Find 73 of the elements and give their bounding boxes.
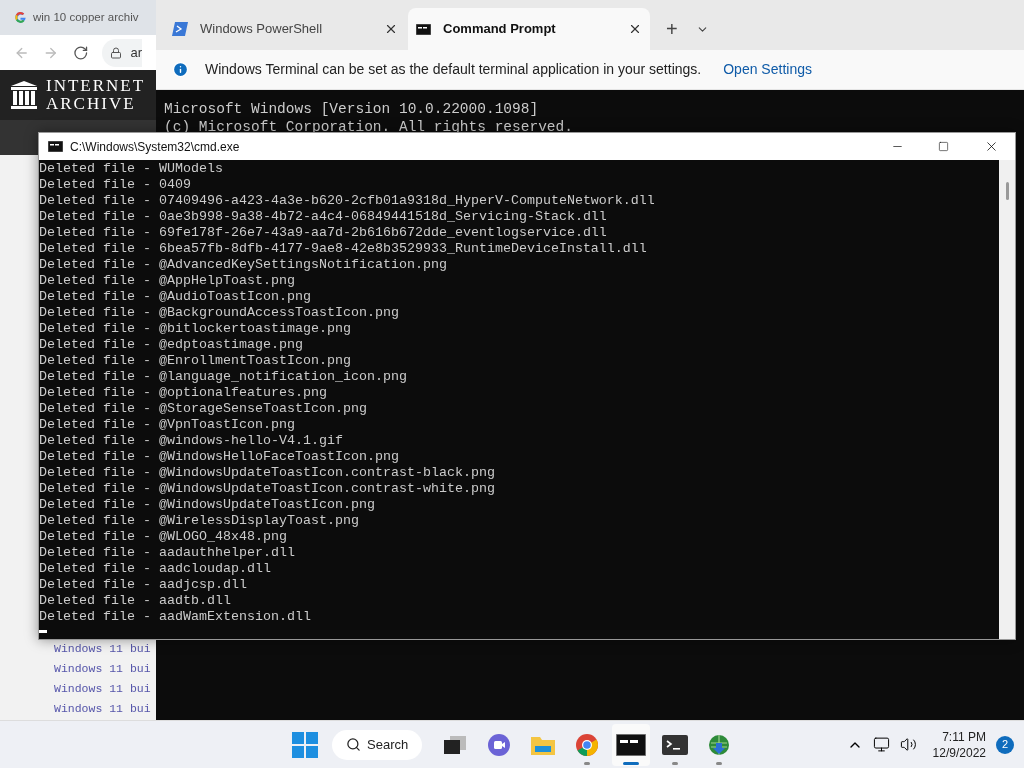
console-line: Deleted file - 0ae3b998-9a38-4b72-a4c4-06849441518d_Servicing-Stack.dll — [39, 209, 608, 225]
window-title: C:\Windows\System32\cmd.exe — [70, 138, 241, 156]
console-line: Deleted file - @optionalfeatures.png — [39, 385, 328, 401]
console-line: Deleted file - @EnrollmentToastIcon.png — [39, 353, 352, 369]
scrollbar[interactable] — [999, 160, 1015, 639]
maximize-icon[interactable] — [938, 141, 949, 152]
browser-tab[interactable]: win 10 copper archiv — [33, 8, 139, 27]
console-line: Deleted file - @AudioToastIcon.png — [39, 289, 312, 305]
notification-badge[interactable]: 2 — [996, 735, 1014, 754]
console-line: Microsoft Windows [Version 10.0.22000.1098] — [164, 100, 540, 118]
list-link[interactable]: Windows 11 bui — [54, 681, 151, 697]
close-icon[interactable] — [384, 22, 398, 36]
clock[interactable]: 7:11 PM 12/9/2022 — [932, 728, 986, 761]
console-line: Deleted file - 0409 — [39, 177, 192, 193]
info-icon — [172, 61, 189, 78]
console-line: Deleted file - @bitlockertoastimage.png — [39, 321, 352, 337]
cmd-icon — [48, 141, 63, 152]
console-line: Deleted file - aadjcsp.dll — [39, 577, 248, 593]
terminal-tab[interactable]: Command Prompt — [408, 8, 650, 50]
console-line: Deleted file - @language_notification_icon.png — [39, 369, 408, 385]
terminal-icon — [662, 734, 689, 755]
terminal-tab[interactable]: Windows PowerShell — [164, 8, 406, 50]
archive-logo-icon — [10, 80, 38, 110]
close-icon[interactable] — [628, 22, 642, 36]
cursor — [39, 630, 47, 633]
lock-icon — [110, 46, 123, 59]
address-text: ar — [130, 43, 142, 62]
console-line: Deleted file - 6bea57fb-8dfb-4177-9ae8-42e8b3529933_RuntimeDeviceInstall.dll — [39, 241, 648, 257]
taskbar-app[interactable] — [612, 723, 651, 766]
windows-icon — [442, 733, 469, 756]
console-icon — [416, 23, 431, 35]
video-chat-icon — [487, 732, 512, 757]
google-icon — [14, 11, 27, 24]
console-line: Deleted file - @windows-hello-V4.1.gif — [39, 433, 344, 449]
console-line: Deleted file - @WLOGO_48x48.png — [39, 529, 288, 545]
powershell-icon — [172, 22, 188, 36]
console-line: Deleted file - 07409496-a423-4a3e-b620-2cfb01a9318d_HyperV-ComputeNetwork.dll — [39, 193, 656, 209]
console-line: Deleted file - @edptoastimage.png — [39, 337, 304, 353]
console-line: Deleted file - @AppHelpToast.png — [39, 273, 296, 289]
list-link[interactable]: Windows 11 bui — [54, 641, 151, 657]
new-tab-button[interactable]: + — [666, 14, 678, 44]
network-icon[interactable] — [872, 736, 890, 753]
console-line: Deleted file - @AdvancedKeySettingsNotification.png — [39, 257, 448, 273]
command-prompt-icon — [616, 733, 647, 756]
list-link[interactable]: Windows 11 bui — [54, 701, 151, 717]
console-line: Deleted file - 69fe178f-26e7-43a9-aa7d-2b616b672dde_eventlogservice.dll — [39, 225, 608, 241]
console-line: Deleted file - @WindowsHelloFaceToastIcon.png — [39, 449, 400, 465]
console-line: Deleted file - @WindowsUpdateToastIcon.png — [39, 497, 376, 513]
console-line: Deleted file - aadtb.dll — [39, 593, 232, 609]
close-icon[interactable] — [984, 139, 999, 154]
volume-icon[interactable] — [899, 736, 917, 753]
console-line: Deleted file - WUModels — [39, 161, 224, 177]
chrome-icon — [575, 732, 600, 757]
logo-text: ARCHIVE — [46, 95, 137, 113]
console-line: Deleted file - @StorageSenseToastIcon.png — [39, 401, 368, 417]
start-icon[interactable] — [292, 731, 318, 758]
console-line: Deleted file - @VpnToastIcon.png — [39, 417, 296, 433]
logo-text: INTERNET — [46, 77, 146, 95]
console-line: Deleted file - @WindowsUpdateToastIcon.contrast-black.png — [39, 465, 496, 481]
console-line: Deleted file - aadauthhelper.dll — [39, 545, 296, 561]
search-icon — [346, 737, 361, 752]
console-line: Deleted file - aadcloudap.dll — [39, 561, 272, 577]
console-line: Deleted file - @WindowsUpdateToastIcon.contrast-white.png — [39, 481, 496, 497]
info-message: Windows Terminal can be set as the default terminal application in your settings. — [205, 60, 702, 79]
console-line: Deleted file - @WirelessDisplayToast.png — [39, 513, 360, 529]
search-button[interactable]: Search — [332, 729, 423, 760]
console-line: Deleted file - aadWamExtension.dll — [39, 609, 312, 625]
list-link[interactable]: Windows 11 bui — [54, 661, 151, 677]
globe-download-icon — [707, 732, 732, 757]
open-settings-link[interactable]: Open Settings — [723, 59, 812, 80]
reload-icon[interactable] — [72, 44, 89, 61]
address-bar[interactable]: ar — [102, 38, 142, 67]
console-line: Deleted file - @BackgroundAccessToastIcon.png — [39, 305, 400, 321]
